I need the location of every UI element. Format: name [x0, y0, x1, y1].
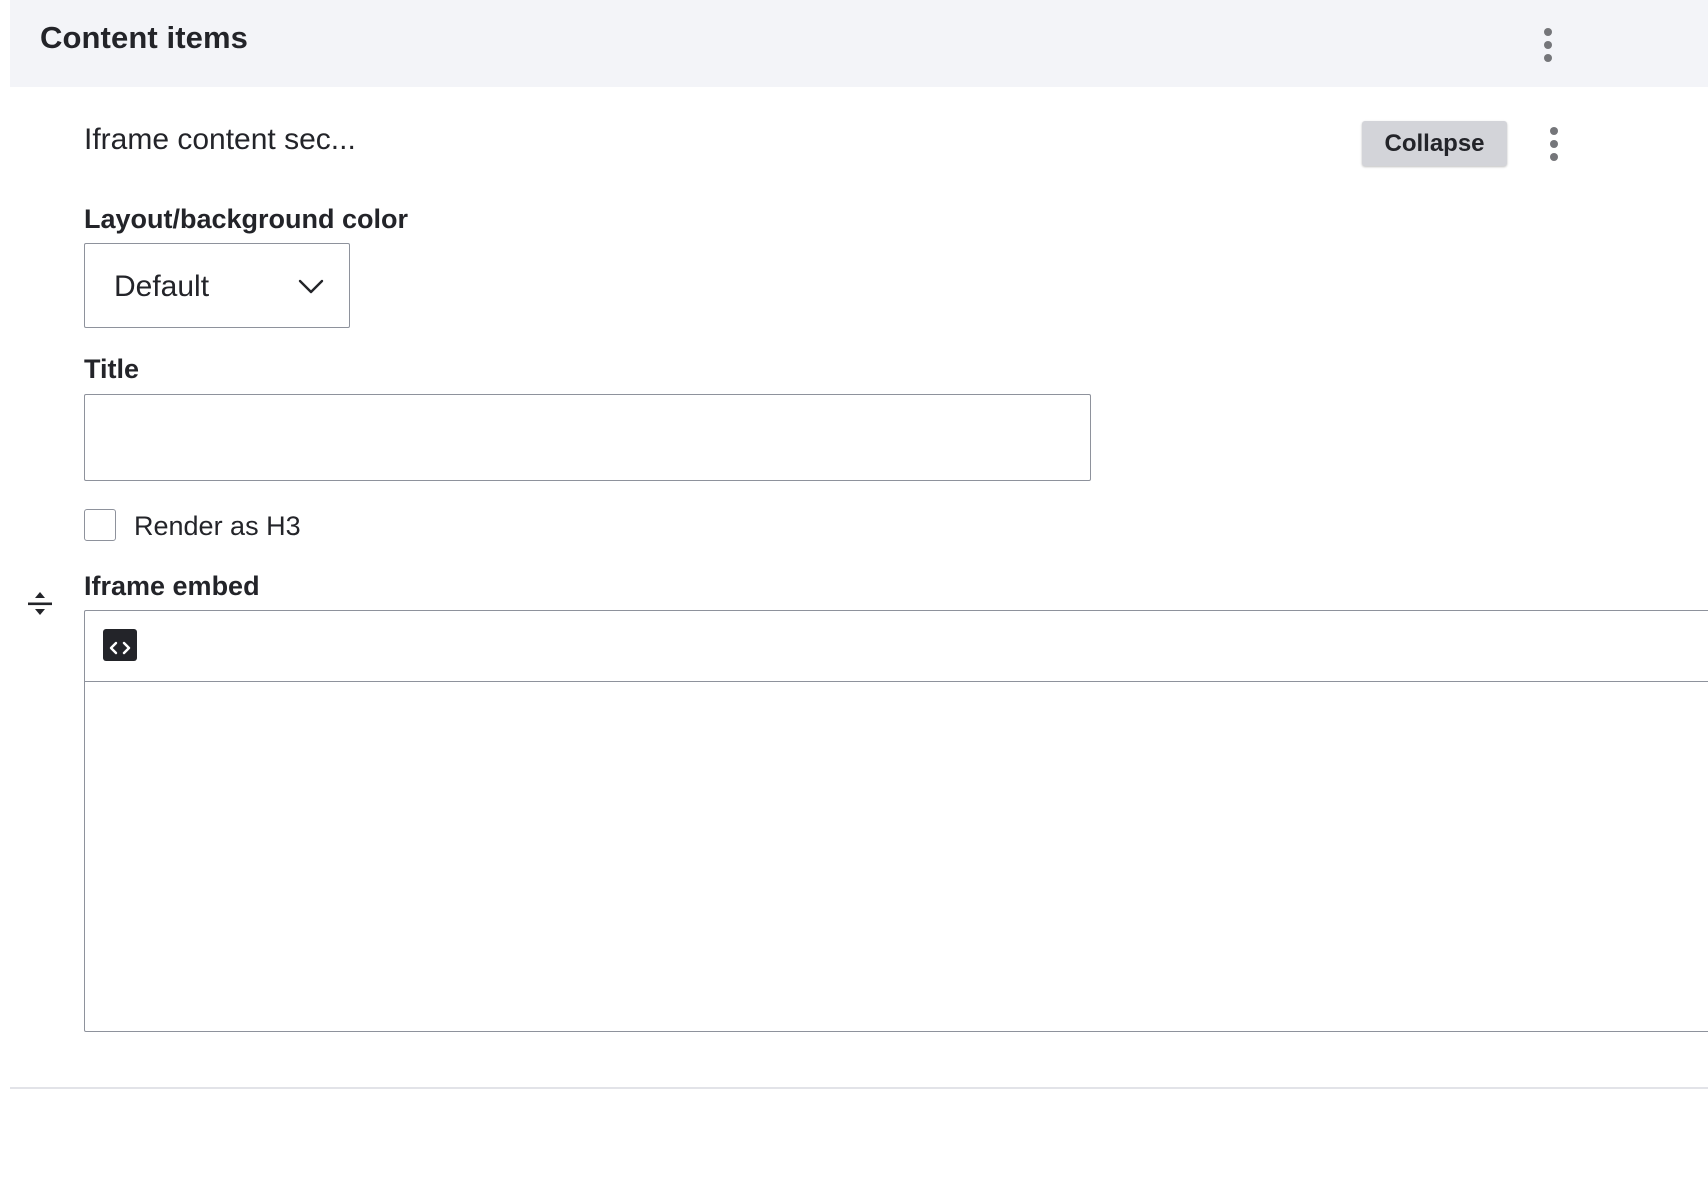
layout-color-label: Layout/background color: [84, 204, 409, 234]
bottom-divider: [10, 1087, 1708, 1089]
item-more-actions-icon[interactable]: [1547, 127, 1561, 167]
chevron-down-icon: [297, 278, 325, 296]
editor-toolbar: [85, 611, 1708, 682]
render-h3-checkbox[interactable]: [84, 509, 116, 541]
item-summary: Iframe content sec...: [84, 123, 356, 156]
drag-handle-icon[interactable]: [27, 590, 53, 620]
title-input[interactable]: [84, 394, 1091, 481]
layout-color-selected-value: Default: [114, 270, 210, 303]
panel-more-actions-icon[interactable]: [1541, 28, 1555, 68]
panel-title: Content items: [40, 20, 248, 55]
iframe-embed-editor: [84, 610, 1708, 1032]
title-label: Title: [84, 354, 140, 384]
code-block-icon[interactable]: [101, 627, 139, 663]
content-items-header: Content items: [10, 0, 1708, 87]
render-h3-label[interactable]: Render as H3: [134, 511, 301, 542]
layout-color-select[interactable]: Default: [84, 243, 350, 328]
iframe-embed-label: Iframe embed: [84, 571, 260, 601]
collapse-button[interactable]: Collapse: [1362, 121, 1507, 166]
iframe-embed-textarea[interactable]: [85, 682, 1708, 1031]
